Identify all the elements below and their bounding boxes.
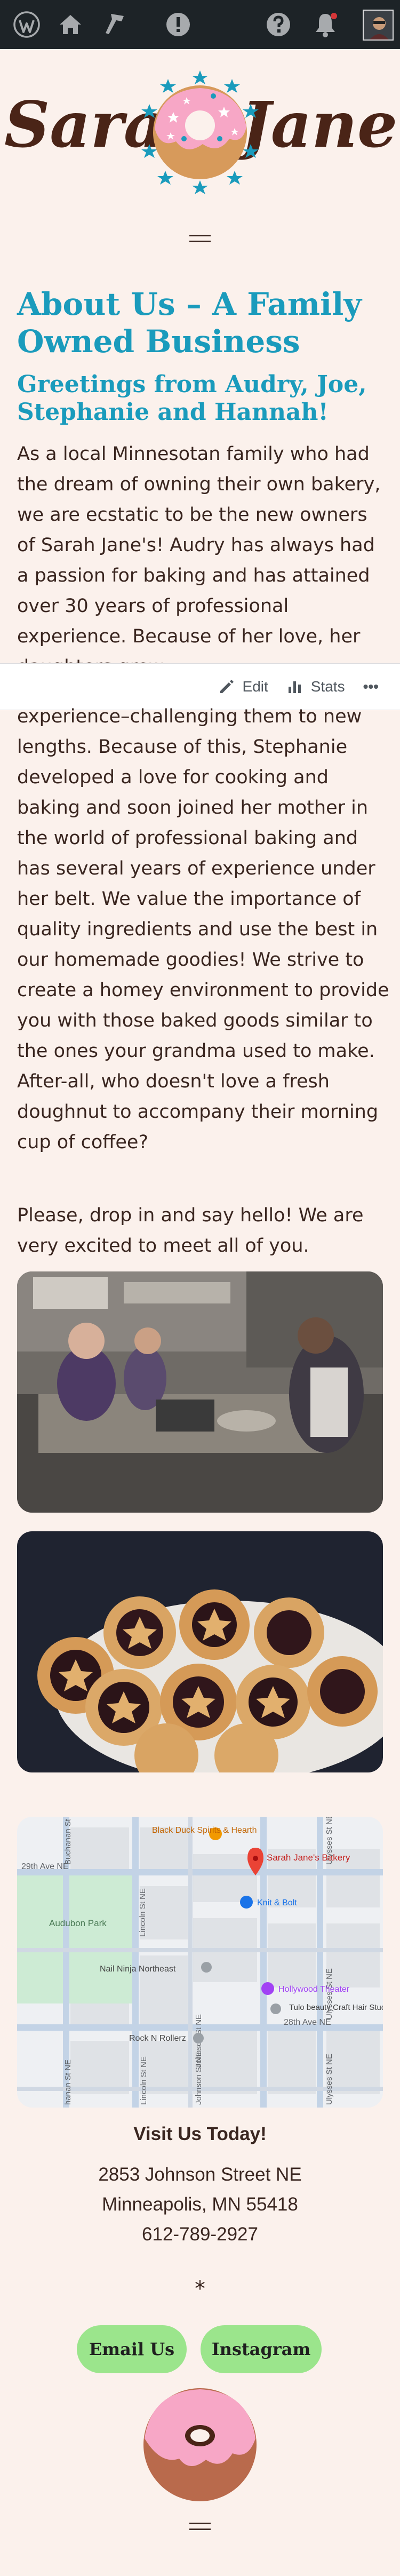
map-label-audubon: Audubon Park xyxy=(49,1918,107,1928)
separator: * xyxy=(195,2277,205,2301)
kitchen-photo xyxy=(17,1271,383,1513)
notifications-icon[interactable] xyxy=(308,7,342,42)
customize-icon[interactable] xyxy=(98,7,132,42)
map-label-lincoln-bottom: Lincoln St NE xyxy=(139,2056,148,2105)
edit-label: Edit xyxy=(242,678,268,695)
map-label-lincoln: Lincoln St NE xyxy=(138,1888,147,1937)
map-label-nail-ninja: Nail Ninja Northeast xyxy=(100,1965,176,1974)
about-paragraph-continued: experience–challenging them to new lengt… xyxy=(17,706,389,1153)
help-icon[interactable] xyxy=(261,7,295,42)
map-label-ulysses-bottom: Ulysses St NE xyxy=(325,2054,334,2105)
map-label-sarah-janes: Sarah Jane's Bakery xyxy=(267,1853,350,1863)
more-options-button[interactable]: ••• xyxy=(363,678,379,695)
logo-donut-icon xyxy=(153,85,247,179)
pencil-icon xyxy=(220,680,234,693)
map-label-hollywood: Hollywood Theater xyxy=(278,1985,350,1994)
avatar[interactable] xyxy=(363,10,394,41)
location-map[interactable]: 29th Ave NE 28th Ave NE Audubon Park Nai… xyxy=(17,1817,383,2108)
visit-title: Visit Us Today! xyxy=(133,2124,267,2144)
map-label-buchanan: Buchanan St NE xyxy=(63,1817,73,1865)
map-label-tulo: Tulo beauty Craft Hair Studio xyxy=(289,2003,383,2012)
menu-toggle-button[interactable] xyxy=(189,235,211,248)
stats-label: Stats xyxy=(310,678,345,695)
welcome-paragraph: Please, drop in and say hello! We are ve… xyxy=(17,1205,364,1257)
map-label-knit-bolt: Knit & Bolt xyxy=(257,1898,297,1907)
map-label-ulysses-right: Ulysses St NE xyxy=(325,1968,334,2020)
admin-bar xyxy=(0,0,400,49)
map-label-28th: 28th Ave NE xyxy=(284,2018,331,2027)
tarts-photo xyxy=(17,1531,383,1772)
email-us-button[interactable]: Email Us xyxy=(77,2325,187,2373)
address-line-2: Minneapolis, MN 55418 xyxy=(102,2194,298,2215)
map-label-29th: 29th Ave NE xyxy=(21,1862,69,1871)
wordpress-icon[interactable] xyxy=(10,7,44,42)
footer-menu-toggle[interactable] xyxy=(189,2523,211,2535)
map-label-johnson-bottom: Johnson St NE xyxy=(194,2052,203,2105)
phone-number[interactable]: 612-789-2927 xyxy=(0,2220,400,2249)
footer-donut-icon xyxy=(142,2385,258,2502)
map-label-rock-n-rollerz: Rock N Rollerz xyxy=(129,2034,186,2043)
address-line-1: 2853 Johnson Street NE xyxy=(98,2164,302,2185)
notification-badge xyxy=(331,13,337,19)
edit-button[interactable]: Edit xyxy=(218,678,268,695)
more-options-icon: ••• xyxy=(363,678,379,695)
home-icon[interactable] xyxy=(53,7,87,42)
instagram-button[interactable]: Instagram xyxy=(201,2325,322,2373)
stats-button[interactable]: Stats xyxy=(286,678,345,695)
about-paragraph: As a local Minnesotan family who had the… xyxy=(17,443,381,663)
page-subtitle: Greetings from Audry, Joe, Stephanie and… xyxy=(17,371,367,426)
stats-icon xyxy=(288,681,301,693)
alert-icon[interactable] xyxy=(161,7,195,42)
map-label-black-duck: Black Duck Spirits & Hearth xyxy=(152,1826,257,1835)
site-logo[interactable]: Sarah Jane's xyxy=(0,64,400,203)
page-title: About Us – A Family Owned Business xyxy=(17,286,362,360)
map-label-buchanan-bottom: hanan St NE xyxy=(63,2060,73,2105)
